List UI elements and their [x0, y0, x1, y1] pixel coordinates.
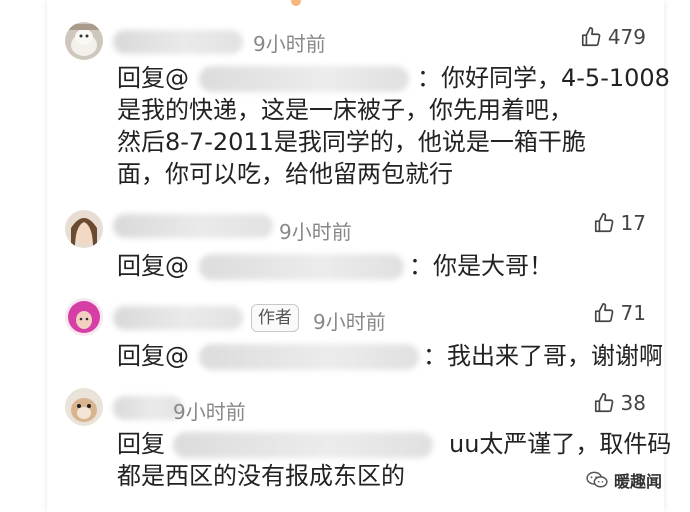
- like-button[interactable]: 71: [593, 298, 646, 328]
- comment-time: 9小时前: [173, 400, 246, 424]
- comment-time: 9小时前: [313, 310, 386, 334]
- decorative-dot: [291, 0, 301, 6]
- reply-line: 都是西区的没有报成东区的: [117, 462, 405, 490]
- like-button[interactable]: 17: [593, 208, 646, 238]
- mention-blurred[interactable]: [199, 344, 419, 370]
- wechat-icon: [586, 471, 608, 488]
- thumbs-up-icon: [594, 213, 613, 233]
- like-count: 71: [620, 301, 646, 325]
- reply-label: 回复@: [117, 64, 189, 92]
- source-watermark: 暖趣闻: [586, 468, 662, 492]
- like-count: 479: [607, 25, 646, 49]
- avatar[interactable]: [65, 22, 103, 60]
- reply-line: 是我的快递，这是一床被子，你先用着吧，: [117, 96, 573, 124]
- reply-text: 回复@ ：你是大哥！: [117, 250, 647, 282]
- comment-time: 9小时前: [279, 220, 352, 244]
- reply-line: 然后8-7-2011是我同学的，他说是一箱干脆: [117, 128, 586, 156]
- like-button[interactable]: 479: [580, 22, 646, 52]
- reply-line: 面，你可以吃，给他留两包就行: [117, 160, 453, 188]
- reply-text: 回复@ ：你好同学，4-5-1008 是我的快递，这是一床被子，你先用着吧， 然…: [117, 62, 670, 190]
- left-margin: [0, 0, 47, 512]
- reply-first-line: ：你好同学，4-5-1008: [417, 64, 670, 92]
- like-count: 17: [620, 211, 646, 235]
- like-count: 38: [620, 391, 646, 415]
- avatar[interactable]: [65, 298, 103, 336]
- avatar[interactable]: [65, 388, 103, 426]
- comment-list: 9小时前 479 回复@ ：你好同学，4-5-1008 是我的快递，这是一床被子…: [47, 0, 671, 512]
- mention-blurred[interactable]: [173, 432, 433, 458]
- watermark-text: 暖趣闻: [614, 472, 663, 491]
- reply-text: 回复 uu太严谨了，取件码 都是西区的没有报成东区的: [117, 428, 671, 492]
- username-blurred[interactable]: [113, 214, 273, 238]
- reply-first-line: uu太严谨了，取件码: [449, 430, 672, 458]
- reply-first-line: ：你是大哥！: [409, 252, 553, 280]
- thumbs-up-icon: [594, 393, 613, 413]
- mention-blurred[interactable]: [199, 66, 409, 92]
- reply-label: 回复@: [117, 252, 189, 280]
- reply-label: 回复@: [117, 342, 189, 370]
- author-badge: 作者: [251, 304, 299, 332]
- comment-time: 9小时前: [253, 32, 326, 56]
- thumbs-up-icon: [594, 303, 613, 323]
- username-blurred[interactable]: [113, 30, 243, 54]
- like-button[interactable]: 38: [593, 388, 646, 418]
- thumbs-up-icon: [581, 27, 601, 47]
- reply-first-line: ：我出来了哥，谢谢啊: [423, 342, 663, 370]
- reply-label: 回复: [117, 430, 165, 458]
- avatar[interactable]: [65, 210, 103, 248]
- mention-blurred[interactable]: [199, 254, 404, 280]
- username-blurred[interactable]: [113, 306, 243, 330]
- reply-text: 回复@ ：我出来了哥，谢谢啊: [117, 340, 663, 372]
